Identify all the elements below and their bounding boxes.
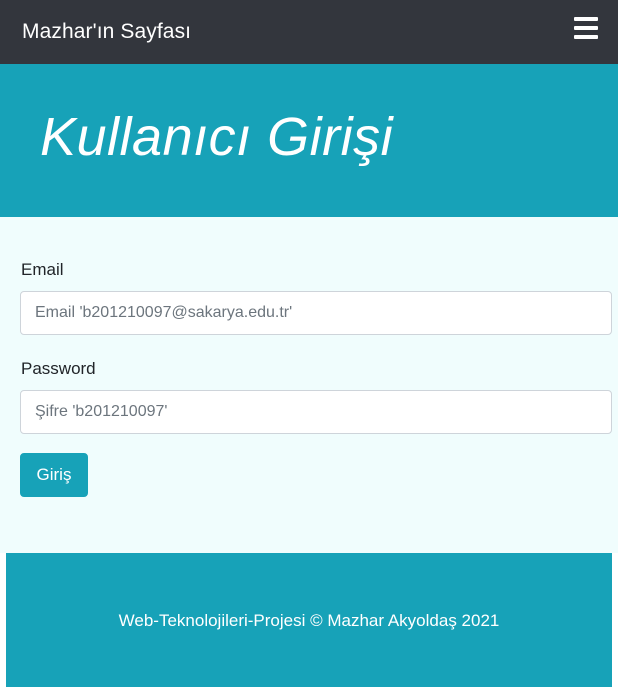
hamburger-bar [574, 35, 598, 39]
hamburger-bar [574, 17, 598, 21]
email-label: Email [21, 260, 64, 279]
hero-header: Kullanıcı Girişi [0, 64, 618, 217]
login-button[interactable]: Giriş [20, 453, 88, 497]
login-form-section: Email Password Giriş [0, 217, 618, 553]
footer-panel: Web-Teknolojileri-Projesi © Mazhar Akyol… [6, 553, 612, 687]
navbar: Mazhar'ın Sayfası [0, 0, 618, 64]
password-input[interactable] [20, 390, 612, 434]
navbar-brand[interactable]: Mazhar'ın Sayfası [22, 20, 191, 44]
email-input[interactable] [20, 291, 612, 335]
page: Mazhar'ın Sayfası Kullanıcı Girişi Email… [0, 0, 618, 692]
footer: Web-Teknolojileri-Projesi © Mazhar Akyol… [0, 553, 618, 692]
password-label: Password [21, 359, 96, 378]
hamburger-bar [574, 26, 598, 30]
page-title: Kullanıcı Girişi [40, 107, 394, 167]
hamburger-menu-icon[interactable] [574, 17, 598, 39]
footer-copyright: Web-Teknolojileri-Projesi © Mazhar Akyol… [118, 611, 500, 630]
